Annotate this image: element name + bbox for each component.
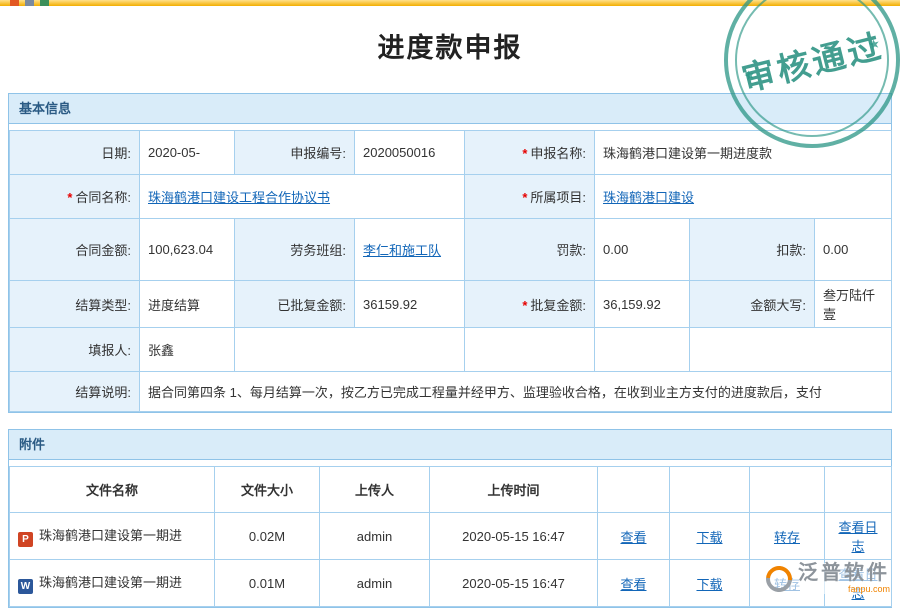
required-asterisk: * [522, 190, 527, 205]
page-title: 进度款申报 [0, 26, 900, 65]
view-log-link[interactable]: 查看日志 [838, 520, 877, 554]
action-cell: 转存 [750, 513, 825, 560]
mini-icon-2 [25, 0, 34, 6]
download-link[interactable]: 下载 [696, 577, 722, 592]
field-value-report-no: 2020050016 [355, 131, 465, 175]
attachments-table: 文件名称 文件大小 上传人 上传时间 P 珠海鹤港口建设第一期进 0.02M ad… [9, 466, 892, 607]
field-value-reply-amount: 36,159.92 [595, 281, 690, 328]
column-header-uploader: 上传人 [320, 467, 430, 513]
empty-cell [690, 328, 892, 372]
field-value-settle-type: 进度结算 [140, 281, 235, 328]
action-cell: 查看日志 [825, 513, 892, 560]
project-link[interactable]: 珠海鹤港口建设 [603, 190, 694, 205]
table-row: 填报人: 张鑫 [10, 328, 892, 372]
field-label-reply-amount: *批复金额: [465, 281, 595, 328]
word-file-icon: W [18, 579, 33, 594]
required-asterisk: * [522, 146, 527, 161]
field-value-penalty: 0.00 [595, 219, 690, 281]
field-value-amount-caps: 叁万陆仟壹 [815, 281, 892, 328]
file-size-cell: 0.01M [215, 560, 320, 607]
field-label-deduction: 扣款: [690, 219, 815, 281]
contract-name-link[interactable]: 珠海鹤港口建设工程合作协议书 [148, 190, 330, 205]
column-header-action [598, 467, 670, 513]
field-label-approved-amount: 已批复金额: [235, 281, 355, 328]
download-link[interactable]: 下载 [696, 530, 722, 545]
field-value-settle-note: 据合同第四条 1、每月结算一次，按乙方已完成工程量并经甲方、监理验收合格，在收到… [140, 372, 892, 412]
file-size-cell: 0.02M [215, 513, 320, 560]
field-label-date: 日期: [10, 131, 140, 175]
action-cell: 查看 [598, 513, 670, 560]
file-name-text: 珠海鹤港口建设第一期进 [39, 575, 182, 590]
required-asterisk: * [67, 190, 72, 205]
field-label-amount-caps: 金额大写: [690, 281, 815, 328]
column-header-file-size: 文件大小 [215, 467, 320, 513]
field-label-project: *所属项目: [465, 175, 595, 219]
fanpu-logo: 泛普软件 fanpu.com [766, 563, 890, 594]
table-row: W 珠海鹤港口建设第一期进 0.01M admin 2020-05-15 16:4… [10, 560, 892, 607]
uploader-cell: admin [320, 560, 430, 607]
table-row: P 珠海鹤港口建设第一期进 0.02M admin 2020-05-15 16:4… [10, 513, 892, 560]
view-link[interactable]: 查看 [620, 577, 646, 592]
field-label-contract-name: *合同名称: [10, 175, 140, 219]
field-label-settle-note: 结算说明: [10, 372, 140, 412]
upload-time-cell: 2020-05-15 16:47 [430, 560, 598, 607]
table-row: 结算类型: 进度结算 已批复金额: 36159.92 *批复金额: 36,159… [10, 281, 892, 328]
field-label-report-no: 申报编号: [235, 131, 355, 175]
mini-icon-1 [10, 0, 19, 6]
field-value-contract-name: 珠海鹤港口建设工程合作协议书 [140, 175, 465, 219]
field-label-labor-team: 劳务班组: [235, 219, 355, 281]
field-value-approved-amount: 36159.92 [355, 281, 465, 328]
action-cell: 下载 [670, 513, 750, 560]
column-header-action [750, 467, 825, 513]
table-row: 合同金额: 100,623.04 劳务班组: 李仁和施工队 罚款: 0.00 扣… [10, 219, 892, 281]
attachments-header-row: 文件名称 文件大小 上传人 上传时间 [10, 467, 892, 513]
field-value-filler: 张鑫 [140, 328, 235, 372]
column-header-action [670, 467, 750, 513]
labor-team-link[interactable]: 李仁和施工队 [363, 243, 441, 258]
field-value-deduction: 0.00 [815, 219, 892, 281]
table-row: 结算说明: 据合同第四条 1、每月结算一次，按乙方已完成工程量并经甲方、监理验收… [10, 372, 892, 412]
action-cell: 查看 [598, 560, 670, 607]
field-label-contract-amount: 合同金额: [10, 219, 140, 281]
basic-info-section-header: 基本信息 [9, 94, 891, 124]
top-strip [0, 0, 900, 6]
view-link[interactable]: 查看 [620, 530, 646, 545]
field-label-report-name: *申报名称: [465, 131, 595, 175]
table-row: 日期: 2020-05- 申报编号: 2020050016 *申报名称: 珠海鹤… [10, 131, 892, 175]
attachments-section-header: 附件 [9, 430, 891, 460]
field-value-contract-amount: 100,623.04 [140, 219, 235, 281]
column-header-file-name: 文件名称 [10, 467, 215, 513]
attachments-section: 附件 文件名称 文件大小 上传人 上传时间 P 珠海鹤港口建设第一期进 0.02M… [8, 429, 892, 608]
fanpu-logo-icon [761, 560, 798, 597]
required-asterisk: * [522, 298, 527, 313]
empty-cell [235, 328, 465, 372]
fanpu-logo-name: 泛普软件 [798, 563, 890, 583]
field-value-labor-team: 李仁和施工队 [355, 219, 465, 281]
uploader-cell: admin [320, 513, 430, 560]
ppt-file-icon: P [18, 532, 33, 547]
field-value-report-name: 珠海鹤港口建设第一期进度款 [595, 131, 892, 175]
field-label-penalty: 罚款: [465, 219, 595, 281]
save-as-link[interactable]: 转存 [774, 530, 800, 545]
stamp-star-left-icon: ★ [742, 66, 757, 84]
empty-cell [595, 328, 690, 372]
basic-info-section: 基本信息 日期: 2020-05- 申报编号: 2020050016 *申报名称… [8, 93, 892, 413]
upload-time-cell: 2020-05-15 16:47 [430, 513, 598, 560]
file-name-cell: P 珠海鹤港口建设第一期进 [10, 513, 215, 560]
field-label-settle-type: 结算类型: [10, 281, 140, 328]
action-cell: 下载 [670, 560, 750, 607]
field-value-date: 2020-05- [140, 131, 235, 175]
table-row: *合同名称: 珠海鹤港口建设工程合作协议书 *所属项目: 珠海鹤港口建设 [10, 175, 892, 219]
file-name-text: 珠海鹤港口建设第一期进 [39, 528, 182, 543]
field-label-filler: 填报人: [10, 328, 140, 372]
field-value-project: 珠海鹤港口建设 [595, 175, 892, 219]
mini-icon-3 [40, 0, 49, 6]
empty-cell [465, 328, 595, 372]
fanpu-logo-domain: fanpu.com [848, 585, 890, 594]
file-name-cell: W 珠海鹤港口建设第一期进 [10, 560, 215, 607]
column-header-action [825, 467, 892, 513]
column-header-upload-time: 上传时间 [430, 467, 598, 513]
basic-info-table: 日期: 2020-05- 申报编号: 2020050016 *申报名称: 珠海鹤… [9, 130, 892, 412]
